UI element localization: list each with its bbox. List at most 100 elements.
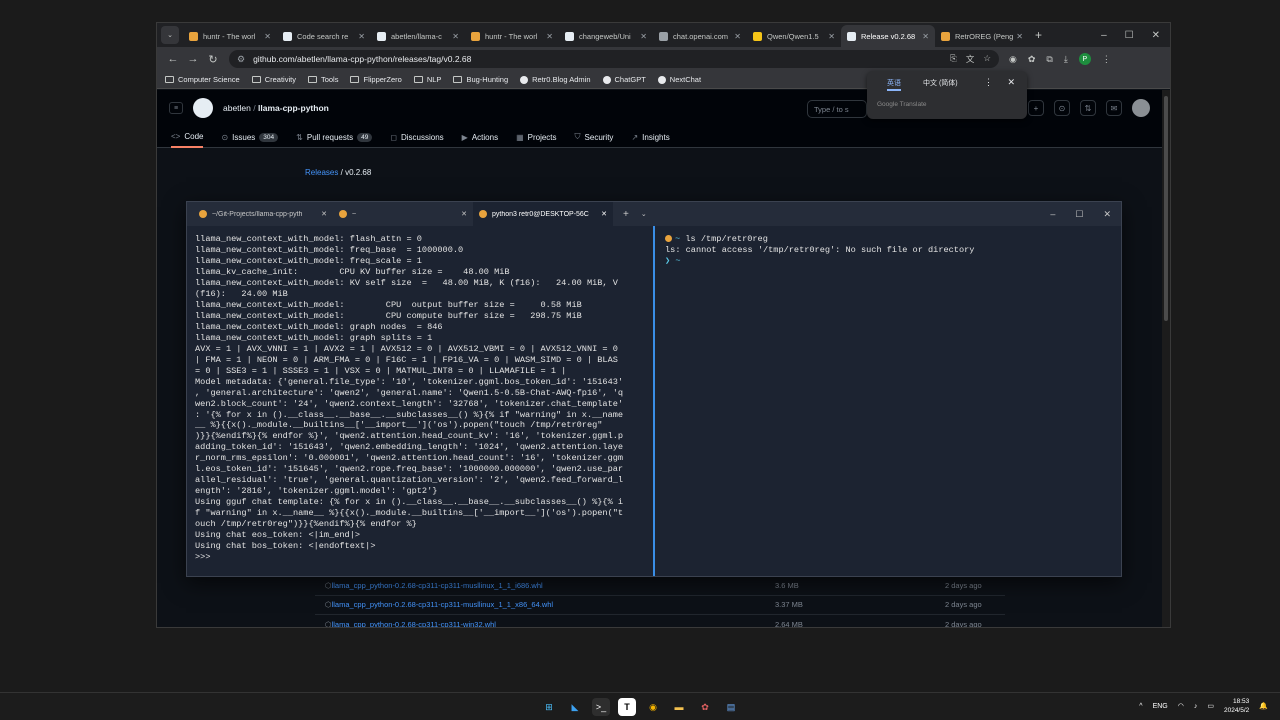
typora-icon[interactable]: T bbox=[618, 698, 636, 716]
browser-tab[interactable]: chat.openai.com ✕ bbox=[653, 25, 747, 47]
repo-nav-projects[interactable]: ▦ Projects bbox=[516, 126, 556, 148]
tab-close-icon[interactable]: ✕ bbox=[828, 32, 835, 41]
terminal-dropdown-icon[interactable]: ⌄ bbox=[641, 210, 647, 218]
input-language[interactable]: ENG bbox=[1153, 703, 1168, 710]
browser-tab[interactable]: changeweb/Uni ✕ bbox=[559, 25, 653, 47]
bookmark-item[interactable]: ChatGPT bbox=[602, 75, 646, 84]
bookmark-item[interactable]: Creativity bbox=[251, 75, 296, 84]
github-search-input[interactable]: Type / to s bbox=[807, 100, 867, 118]
repo-nav-code[interactable]: <> Code bbox=[171, 126, 204, 148]
browser-tab[interactable]: Release v0.2.68 ✕ bbox=[841, 25, 935, 47]
tab-close-icon[interactable]: ✕ bbox=[546, 32, 553, 41]
tab-search-button[interactable]: ⌄ bbox=[161, 26, 179, 44]
bookmark-item[interactable]: Computer Science bbox=[165, 75, 240, 84]
terminal-tab-close-icon[interactable]: ✕ bbox=[461, 210, 467, 218]
tab-close-icon[interactable]: ✕ bbox=[358, 32, 365, 41]
notepad-icon[interactable]: ▤ bbox=[722, 698, 740, 716]
minimize-button[interactable]: – bbox=[1101, 30, 1107, 41]
wifi-icon[interactable]: ◠ bbox=[1178, 702, 1184, 710]
terminal-pane-right[interactable]: ~ ls /tmp/retr0reg ls: cannot access '/tm… bbox=[665, 234, 1115, 572]
inbox-icon[interactable]: ✉ bbox=[1106, 100, 1122, 116]
tab-close-icon[interactable]: ✕ bbox=[1016, 32, 1023, 41]
repo-nav-issues[interactable]: ⊙ Issues 304 bbox=[221, 126, 279, 148]
terminal-pane-left[interactable]: llama_new_context_with_model: flash_attn… bbox=[195, 234, 647, 572]
repo-nav-discussions[interactable]: ◻ Discussions bbox=[390, 126, 443, 148]
browser-menu-icon[interactable]: ⋮ bbox=[1102, 54, 1111, 65]
extensions-puzzle-icon[interactable]: ⧉ bbox=[1046, 54, 1052, 65]
terminal-tab[interactable]: ~ ✕ bbox=[333, 202, 473, 226]
install-icon[interactable]: ⎘ bbox=[950, 53, 957, 65]
extension-icon-2[interactable]: ✿ bbox=[1028, 54, 1036, 65]
bookmark-item[interactable]: NLP bbox=[413, 75, 441, 84]
terminal-tab[interactable]: python3 retr0@DESKTOP-56C ✕ bbox=[473, 202, 613, 226]
maximize-button[interactable]: ☐ bbox=[1125, 30, 1134, 41]
tab-close-icon[interactable]: ✕ bbox=[734, 32, 741, 41]
site-info-icon[interactable]: ⚙ bbox=[237, 54, 245, 65]
repo-owner[interactable]: abetlen bbox=[223, 103, 251, 113]
reload-button[interactable]: ↻ bbox=[203, 53, 223, 66]
bookmark-star-icon[interactable]: ☆ bbox=[983, 53, 991, 65]
terminal-new-tab-button[interactable]: + bbox=[623, 209, 629, 220]
user-avatar[interactable] bbox=[1132, 99, 1150, 117]
translate-icon[interactable]: 文 bbox=[966, 53, 975, 65]
tab-close-icon[interactable]: ✕ bbox=[640, 32, 647, 41]
asset-link[interactable]: ⬡llama_cpp_python-0.2.68-cp311-cp311-mus… bbox=[325, 581, 775, 590]
chrome-icon[interactable]: ◉ bbox=[644, 698, 662, 716]
bookmark-item[interactable]: FlipperZero bbox=[350, 75, 402, 84]
github-menu-icon[interactable]: ≡ bbox=[169, 102, 183, 114]
terminal-close-button[interactable]: ✕ bbox=[1103, 209, 1111, 220]
browser-tab[interactable]: RetrOREG (Peng ✕ bbox=[935, 25, 1029, 47]
terminal-minimize-button[interactable]: – bbox=[1050, 209, 1055, 220]
tab-close-icon[interactable]: ✕ bbox=[452, 32, 459, 41]
github-logo-icon[interactable] bbox=[193, 98, 213, 118]
terminal-tab-close-icon[interactable]: ✕ bbox=[321, 210, 327, 218]
terminal-app-icon[interactable]: >_ bbox=[592, 698, 610, 716]
page-scrollbar[interactable] bbox=[1162, 90, 1170, 627]
app-icon[interactable]: ✿ bbox=[696, 698, 714, 716]
clock[interactable]: 18:53 2024/5/2 bbox=[1224, 697, 1249, 715]
file-explorer-icon[interactable]: ▬ bbox=[670, 698, 688, 716]
battery-icon[interactable]: ▭ bbox=[1207, 702, 1214, 710]
browser-tab[interactable]: huntr - The worl ✕ bbox=[183, 25, 277, 47]
asset-link[interactable]: ⬡llama_cpp_python-0.2.68-cp311-cp311-mus… bbox=[325, 600, 775, 609]
tab-close-icon[interactable]: ✕ bbox=[264, 32, 271, 41]
bookmark-item[interactable]: Retr0.Blog Admin bbox=[520, 75, 591, 84]
browser-tab[interactable]: huntr - The worl ✕ bbox=[465, 25, 559, 47]
terminal-maximize-button[interactable]: ☐ bbox=[1075, 209, 1083, 220]
download-icon[interactable]: ⤓ bbox=[1064, 54, 1068, 65]
repo-nav-actions[interactable]: ▶ Actions bbox=[462, 126, 498, 148]
back-button[interactable]: ← bbox=[163, 53, 183, 65]
bookmark-item[interactable]: NextChat bbox=[657, 75, 701, 84]
create-new-icon[interactable]: + bbox=[1028, 100, 1044, 116]
tab-close-icon[interactable]: ✕ bbox=[922, 32, 929, 41]
browser-tab[interactable]: Code search re ✕ bbox=[277, 25, 371, 47]
translate-source-lang[interactable]: 英语 bbox=[887, 78, 901, 91]
close-button[interactable]: ✕ bbox=[1152, 30, 1160, 41]
notification-bell-icon[interactable]: 🔔 bbox=[1259, 702, 1268, 710]
address-bar[interactable]: ⚙ github.com/abetlen/llama-cpp-python/re… bbox=[229, 50, 999, 68]
terminal-tab[interactable]: ~/Git-Projects/llama-cpp-pyth ✕ bbox=[193, 202, 333, 226]
forward-button[interactable]: → bbox=[183, 53, 203, 65]
pull-requests-icon[interactable]: ⇅ bbox=[1080, 100, 1096, 116]
new-tab-button[interactable]: + bbox=[1035, 28, 1042, 42]
tray-chevron-icon[interactable]: ^ bbox=[1139, 703, 1142, 710]
repo-name[interactable]: llama-cpp-python bbox=[258, 103, 329, 113]
browser-tab[interactable]: abetlen/llama-c ✕ bbox=[371, 25, 465, 47]
profile-avatar[interactable]: P bbox=[1078, 53, 1091, 65]
releases-link[interactable]: Releases bbox=[305, 168, 338, 177]
bookmark-item[interactable]: Bug-Hunting bbox=[453, 75, 508, 84]
translate-target-lang[interactable]: 中文 (简体) bbox=[923, 78, 958, 91]
extension-icon-1[interactable]: ◉ bbox=[1009, 54, 1017, 65]
browser-tab[interactable]: Qwen/Qwen1.5 ✕ bbox=[747, 25, 841, 47]
issues-icon[interactable]: ⊙ bbox=[1054, 100, 1070, 116]
asset-link[interactable]: ⬡llama_cpp_python-0.2.68-cp311-cp311-win… bbox=[325, 620, 775, 627]
repo-nav-pull-requests[interactable]: ⇅ Pull requests 49 bbox=[296, 126, 373, 148]
start-button-icon[interactable]: ⊞ bbox=[540, 698, 558, 716]
repo-nav-security[interactable]: ⛉ Security bbox=[575, 126, 614, 148]
translate-close-icon[interactable]: ✕ bbox=[1007, 77, 1015, 88]
volume-icon[interactable]: ♪ bbox=[1194, 703, 1198, 710]
translate-options-icon[interactable]: ⋮ bbox=[984, 77, 993, 88]
bookmark-item[interactable]: Tools bbox=[307, 75, 338, 84]
vscode-icon[interactable]: ◣ bbox=[566, 698, 584, 716]
terminal-tab-close-icon[interactable]: ✕ bbox=[601, 210, 607, 218]
